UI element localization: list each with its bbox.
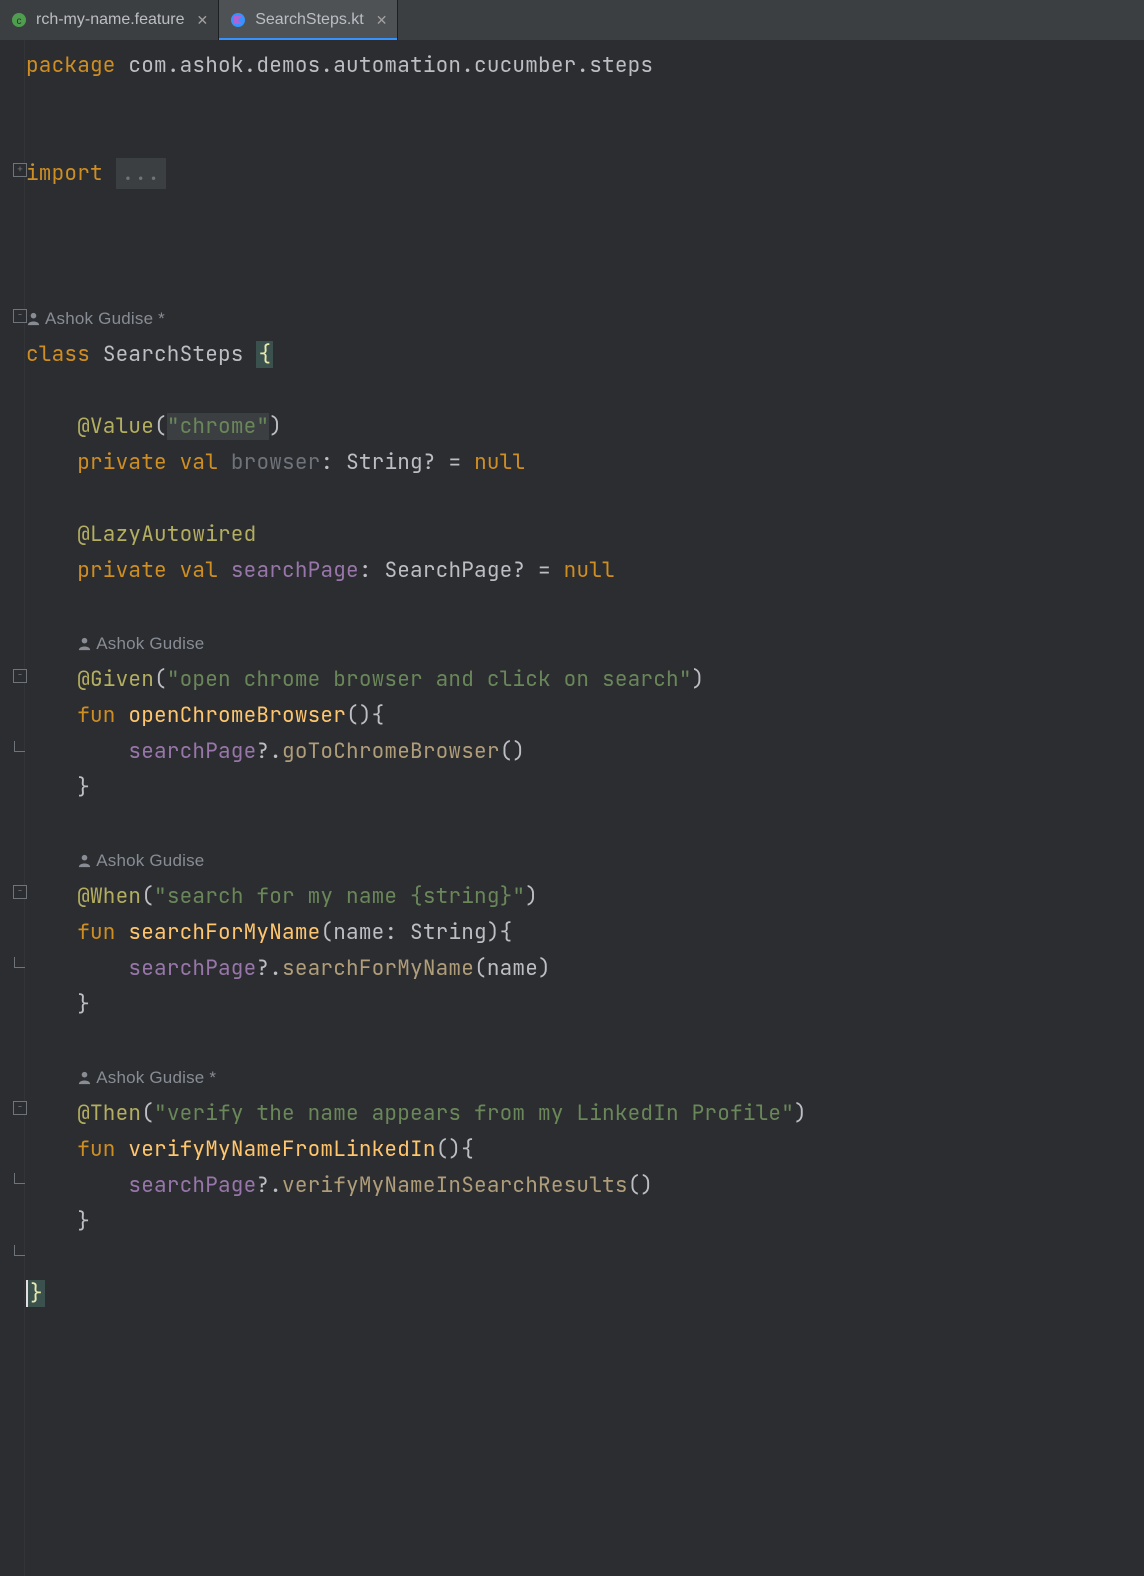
fold-icon[interactable] <box>13 669 27 683</box>
function-searchformyname: searchForMyName <box>128 919 320 946</box>
folded-imports[interactable]: ... <box>116 158 166 189</box>
ref-searchpage: searchPage <box>128 738 256 765</box>
field-browser: browser <box>231 449 321 476</box>
code-area[interactable]: package com.ashok.demos.automation.cucum… <box>26 48 1144 1312</box>
person-icon <box>77 636 92 651</box>
author-hint: Ashok Gudise * <box>77 1068 216 1087</box>
string-literal: "search for my name {string}" <box>154 883 525 910</box>
close-icon[interactable]: ✕ <box>197 12 209 29</box>
fold-icon[interactable] <box>13 1101 27 1115</box>
function-verifymynamefromlinkedin: verifyMyNameFromLinkedIn <box>128 1136 435 1163</box>
field-searchpage: searchPage <box>231 557 359 584</box>
arg-name: name <box>487 955 538 982</box>
type-string: String <box>410 919 487 946</box>
author-hint: Ashok Gudise <box>77 634 204 653</box>
keyword-val: val <box>180 449 218 476</box>
package-name: com.ashok.demos.automation.cucumber.step… <box>128 52 653 79</box>
keyword-val: val <box>180 557 218 584</box>
ref-searchpage: searchPage <box>128 1172 256 1199</box>
fold-icon[interactable] <box>13 309 27 323</box>
method-verifymynameinsearchresults: verifyMyNameInSearchResults <box>282 1172 628 1199</box>
string-literal: "chrome" <box>167 413 269 440</box>
author-hint: Ashok Gudise * <box>26 309 165 328</box>
string-literal: "open chrome browser and click on search… <box>167 666 692 693</box>
kotlin-icon <box>229 11 247 29</box>
keyword-private: private <box>77 557 167 584</box>
function-openchromebrowser: openChromeBrowser <box>128 702 346 729</box>
author-hint: Ashok Gudise <box>77 851 204 870</box>
keyword-class: class <box>26 341 90 368</box>
keyword-package: package <box>26 52 116 79</box>
tab-feature-file[interactable]: c rch-my-name.feature ✕ <box>0 0 219 40</box>
brace-highlight: { <box>256 341 273 368</box>
cucumber-icon: c <box>10 11 28 29</box>
keyword-null: null <box>474 449 525 476</box>
keyword-fun: fun <box>77 1136 115 1163</box>
fold-icon[interactable] <box>13 885 27 899</box>
person-icon <box>77 1070 92 1085</box>
editor-gutter <box>0 40 25 1576</box>
keyword-fun: fun <box>77 919 115 946</box>
keyword-private: private <box>77 449 167 476</box>
fold-end-icon <box>14 957 25 968</box>
annotation-when: @When <box>77 883 141 910</box>
fold-end-icon <box>14 741 25 752</box>
method-searchformyname: searchForMyName <box>282 955 474 982</box>
param-name: name <box>333 919 384 946</box>
annotation-lazyautowired: @LazyAutowired <box>77 521 256 548</box>
type-searchpage: SearchPage <box>384 557 512 584</box>
class-name: SearchSteps <box>103 341 244 368</box>
annotation-then: @Then <box>77 1100 141 1127</box>
ref-searchpage: searchPage <box>128 955 256 982</box>
fold-icon[interactable] <box>13 163 27 177</box>
type-string: String <box>346 449 423 476</box>
method-gotochromebrowser: goToChromeBrowser <box>282 738 500 765</box>
tab-current-file[interactable]: SearchSteps.kt ✕ <box>219 0 398 40</box>
person-icon <box>77 853 92 868</box>
string-literal: "verify the name appears from my LinkedI… <box>154 1100 794 1127</box>
annotation-value: @Value <box>77 413 154 440</box>
keyword-null: null <box>564 557 615 584</box>
editor-tab-bar: c rch-my-name.feature ✕ SearchSteps.kt ✕ <box>0 0 1144 41</box>
annotation-given: @Given <box>77 666 154 693</box>
code-editor[interactable]: package com.ashok.demos.automation.cucum… <box>0 40 1144 1576</box>
tab-label: SearchSteps.kt <box>255 11 364 29</box>
person-icon <box>26 311 41 326</box>
brace-highlight: } <box>26 1280 45 1307</box>
keyword-fun: fun <box>77 702 115 729</box>
close-icon[interactable]: ✕ <box>376 12 388 29</box>
keyword-import: import <box>26 160 103 187</box>
fold-end-icon <box>14 1245 25 1256</box>
fold-end-icon <box>14 1173 25 1184</box>
tab-label: rch-my-name.feature <box>36 11 185 29</box>
svg-text:c: c <box>17 16 22 27</box>
